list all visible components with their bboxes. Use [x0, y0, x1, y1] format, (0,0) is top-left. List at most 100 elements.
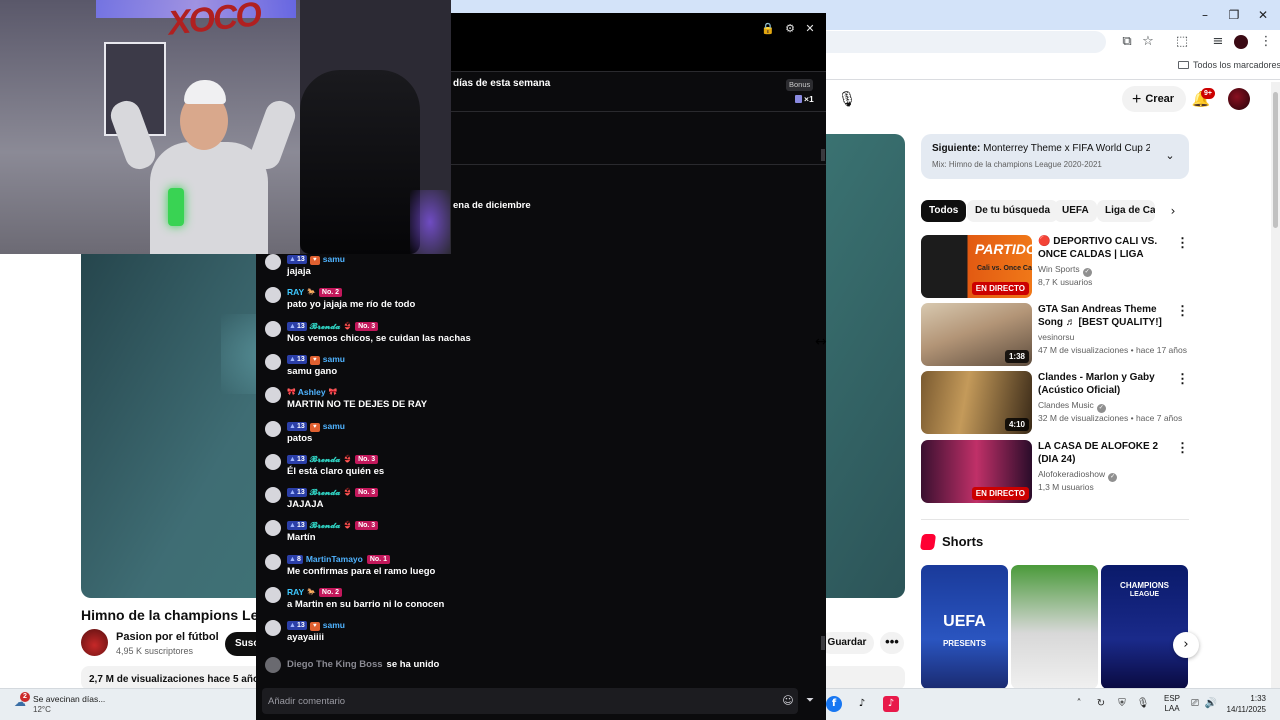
recommendation-title[interactable]: GTA San Andreas Theme Song ♬ [BEST QUALI… — [1038, 303, 1172, 329]
chat-username[interactable]: 𝓑𝓻𝓮𝓷𝓭𝓪 — [310, 520, 341, 530]
chat-username[interactable]: samu — [323, 620, 345, 630]
avatar[interactable] — [265, 287, 281, 304]
network-icon[interactable]: ⎚ — [1188, 697, 1202, 711]
more-actions-button[interactable]: ••• — [880, 632, 904, 654]
level-icon: ▲ — [289, 555, 296, 563]
recommendation-title[interactable]: LA CASA DE ALOFOKE 2 (DIA 24) — [1038, 440, 1172, 466]
close-icon[interactable]: ✕ — [802, 21, 818, 37]
chevron-down-icon[interactable]: ⌄ — [1162, 148, 1178, 164]
chat-username[interactable]: MartinTamayo — [306, 554, 363, 564]
short-thumbnail[interactable] — [1011, 565, 1098, 689]
media-controls-icon[interactable]: ≡ — [1209, 33, 1227, 51]
short-thumbnail[interactable]: CHAMPIONS LEAGUE — [1101, 565, 1188, 689]
install-app-icon[interactable]: ⧉ — [1118, 33, 1136, 51]
chat-scrollbar[interactable] — [821, 149, 825, 161]
short-thumbnail[interactable]: UEFA PRESENTS — [921, 565, 1008, 689]
chat-username[interactable]: RAY — [287, 587, 304, 597]
avatar[interactable] — [265, 587, 281, 603]
level-badge: ▲13 — [287, 621, 307, 631]
chat-message-text: Nos vemos chicos, se cuidan las nachas — [287, 332, 471, 344]
recommendation-meta: 47 M de visualizaciones • hace 17 años — [1038, 345, 1187, 355]
more-options-icon[interactable]: ⋮ — [1176, 440, 1189, 456]
avatar[interactable] — [265, 254, 281, 270]
extensions-icon[interactable]: ⬚ — [1173, 33, 1191, 51]
more-options-icon[interactable]: ⋮ — [1176, 235, 1189, 251]
input-language[interactable]: ESP LAA — [1160, 694, 1184, 714]
avatar[interactable] — [265, 387, 281, 404]
chat-username[interactable]: samu — [323, 354, 345, 364]
browser-menu-icon[interactable]: ⋮ — [1257, 33, 1275, 51]
lock-icon[interactable]: 🔒 — [760, 21, 776, 37]
comment-input[interactable] — [268, 692, 768, 710]
chip-liga[interactable]: Liga de Can — [1097, 200, 1155, 222]
avatar[interactable] — [265, 320, 281, 337]
page-scrollbar-thumb[interactable] — [1273, 92, 1278, 228]
avatar[interactable] — [265, 620, 281, 637]
avatar[interactable] — [265, 520, 281, 537]
microphone-icon[interactable]: 🎙 — [1136, 697, 1150, 711]
chevron-right-icon[interactable]: › — [1166, 203, 1180, 219]
recommendation-thumbnail[interactable]: EN DIRECTO — [921, 440, 1032, 503]
close-window-icon[interactable]: ✕ — [1254, 6, 1272, 24]
account-avatar[interactable] — [1228, 88, 1250, 110]
create-button[interactable]: + Crear — [1122, 86, 1186, 112]
chat-username[interactable]: Ashley — [298, 387, 326, 397]
recommendation-thumbnail[interactable]: 1:38 — [921, 303, 1032, 366]
channel-name[interactable]: Pasion por el fútbol — [116, 631, 219, 643]
recommendation-title[interactable]: Clandes - Marlon y Gaby (Acústico Oficia… — [1038, 371, 1172, 397]
chat-message: ▲13 ♥ samu ayayaiiii — [265, 619, 815, 652]
emoji-icon[interactable]: ☺ — [781, 694, 795, 708]
tiktok-icon[interactable]: ♪ — [854, 696, 870, 712]
chat-username[interactable]: 𝓑𝓻𝓮𝓷𝓭𝓪 — [310, 454, 341, 464]
security-icon[interactable]: ⛨ — [1115, 697, 1129, 711]
avatar[interactable] — [265, 353, 281, 370]
voice-search-icon[interactable]: 🎙 — [836, 88, 858, 110]
chevron-right-icon[interactable]: › — [1173, 632, 1199, 658]
chat-username[interactable]: 𝓑𝓻𝓮𝓷𝓭𝓪 — [310, 321, 341, 331]
level-number: 13 — [296, 622, 305, 630]
minimize-icon[interactable]: – — [1196, 6, 1214, 24]
volume-icon[interactable]: 🔊 — [1204, 697, 1218, 711]
rank-badge: No. 2 — [318, 288, 343, 298]
chip-from-search[interactable]: De tu búsqueda — [967, 200, 1059, 222]
chat-username[interactable]: samu — [323, 421, 345, 431]
level-number: 13 — [296, 489, 305, 497]
tiktok-live-icon[interactable]: ♪ — [883, 696, 899, 712]
recommendation-thumbnail[interactable]: PARTIDO Cali vs. Once Caldas EN DIRECTO — [921, 235, 1032, 298]
avatar[interactable] — [265, 453, 281, 470]
chat-message: RAY 🐎 No. 2 pato yo jajaja me río de todo — [265, 286, 815, 319]
bookmark-star-icon[interactable]: ☆ — [1139, 33, 1157, 51]
avatar[interactable] — [265, 553, 281, 570]
channel-avatar[interactable] — [81, 629, 108, 656]
chat-message-meta: ▲13 ♥ samu — [287, 420, 348, 432]
onedrive-sync-icon[interactable]: ↻ — [1094, 697, 1108, 711]
weather-text[interactable]: Se avecinan días... — [33, 694, 105, 704]
chat-message-text: ayayaiiii — [287, 632, 324, 644]
restore-icon[interactable]: ❐ — [1225, 6, 1243, 24]
avatar[interactable] — [265, 420, 281, 437]
settings-icon[interactable]: ⚙ — [782, 21, 798, 37]
recommendation-thumbnail[interactable]: 4:10 — [921, 371, 1032, 434]
chat-scrollbar-thumb[interactable] — [821, 636, 825, 650]
avatar[interactable] — [265, 487, 281, 504]
show-hidden-icons-icon[interactable]: ˄ — [1072, 697, 1086, 711]
more-options-icon[interactable]: ⋮ — [1176, 371, 1189, 387]
clock-time[interactable]: 1:33 — [1226, 694, 1266, 703]
chip-uefa[interactable]: UEFA — [1054, 200, 1097, 222]
all-bookmarks-folder[interactable]: Todos los marcadores — [1178, 60, 1280, 70]
recommendation-title[interactable]: 🔴 DEPORTIVO CALI VS. ONCE CALDAS | LIGA … — [1038, 235, 1172, 261]
clock-date[interactable]: 14/11/2025 — [1220, 705, 1266, 714]
facebook-icon[interactable]: f — [826, 696, 842, 712]
chat-username[interactable]: samu — [323, 254, 345, 264]
short-title: CHAMPIONS — [1120, 581, 1169, 590]
filter-icon[interactable]: ⏷ — [803, 694, 817, 708]
chip-all[interactable]: Todos — [921, 200, 967, 222]
up-next-panel[interactable] — [921, 134, 1189, 179]
chat-username[interactable]: RAY — [287, 287, 304, 297]
chat-username[interactable]: 𝓑𝓻𝓮𝓷𝓭𝓪 — [310, 487, 341, 497]
more-options-icon[interactable]: ⋮ — [1176, 303, 1189, 319]
chat-message: ▲13 𝓑𝓻𝓮𝓷𝓭𝓪 👙 No. 3 Martín — [265, 519, 815, 552]
browser-profile-avatar[interactable] — [1234, 35, 1248, 49]
level-icon: ▲ — [289, 256, 296, 263]
save-button[interactable]: Guardar — [820, 632, 874, 654]
